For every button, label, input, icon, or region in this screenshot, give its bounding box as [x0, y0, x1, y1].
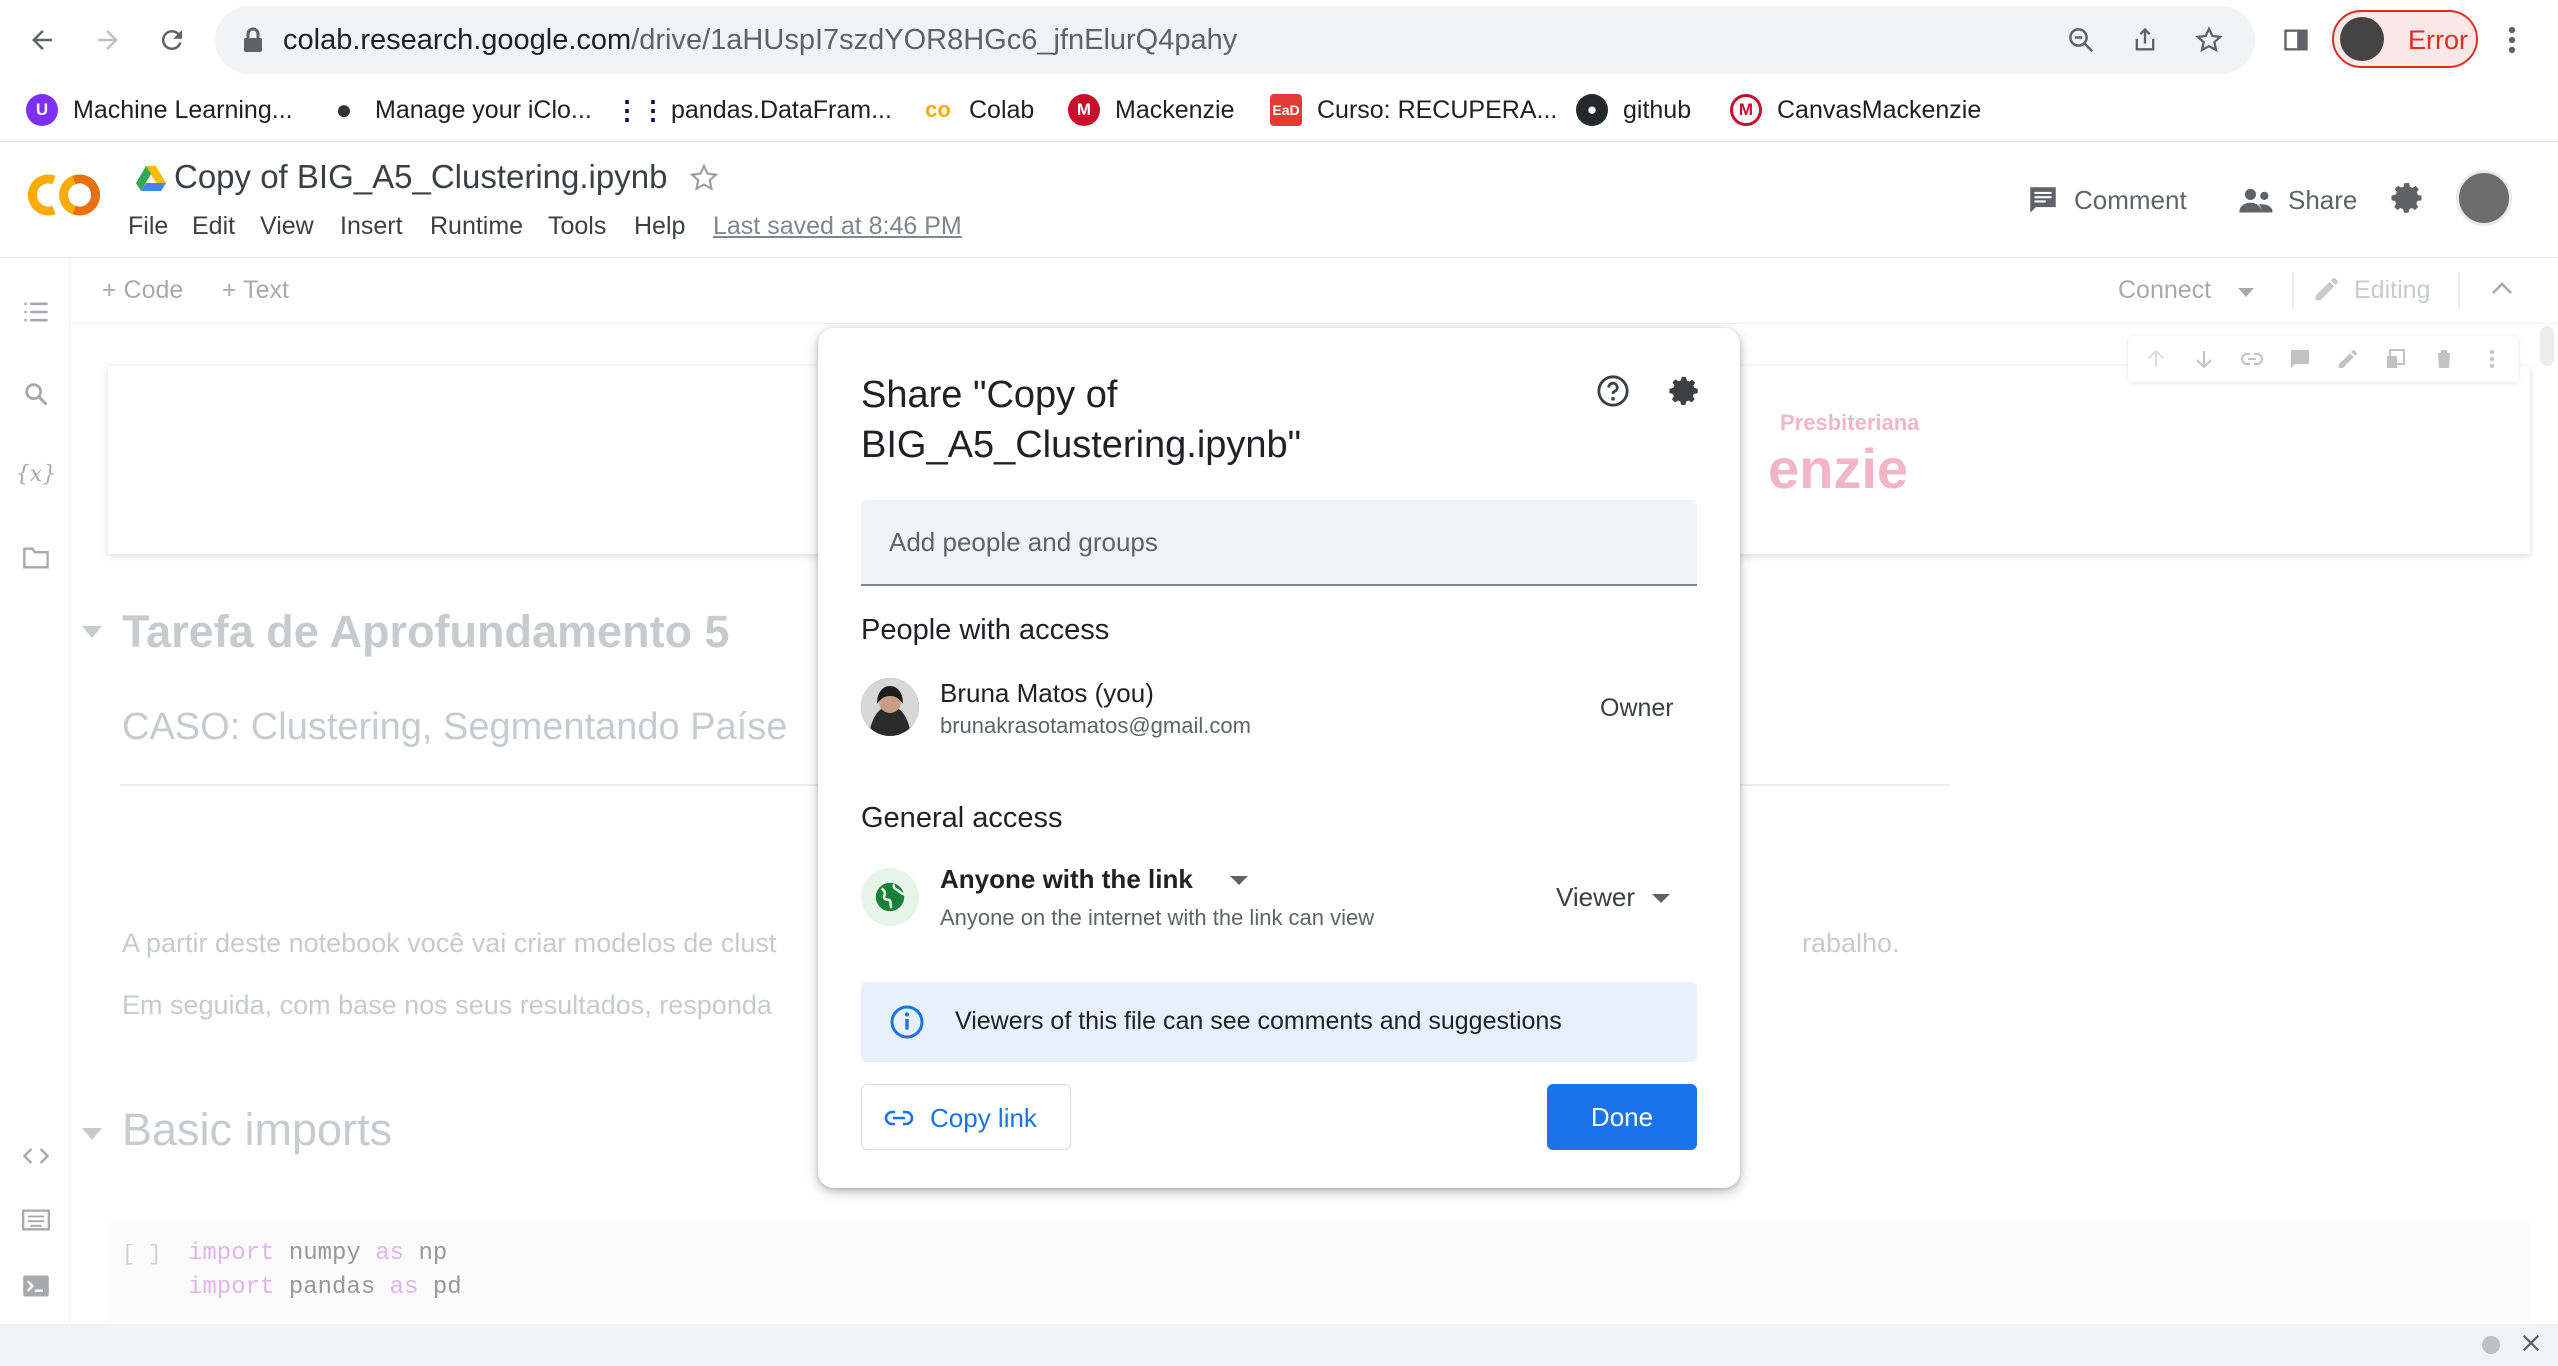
forward-icon[interactable]	[86, 18, 130, 62]
mackenzie-icon: M	[1068, 94, 1100, 126]
owner-avatar	[861, 678, 919, 736]
colab-icon: co	[925, 97, 951, 122]
user-avatar[interactable]	[2456, 170, 2512, 226]
settings-gear-icon[interactable]	[2390, 180, 2426, 216]
dialog-settings-icon[interactable]	[1668, 374, 1702, 408]
status-bar	[0, 1324, 2558, 1366]
role-select[interactable]: Viewer	[1556, 882, 1635, 913]
menu-view[interactable]: View	[260, 212, 314, 241]
bookmark-label: Curso: RECUPERA...	[1317, 95, 1558, 124]
bookmark-label: Mackenzie	[1115, 95, 1235, 124]
owner-name: Bruna Matos (you)	[940, 678, 1154, 708]
general-access-heading: General access	[861, 802, 1063, 834]
notebook-title[interactable]: Copy of BIG_A5_Clustering.ipynb	[174, 158, 667, 196]
star-icon[interactable]	[688, 162, 720, 194]
role-dropdown-icon[interactable]	[1652, 894, 1670, 903]
menu-help[interactable]: Help	[634, 212, 685, 241]
kebab-menu-icon[interactable]	[2490, 18, 2534, 62]
done-label: Done	[1590, 1102, 1654, 1132]
address-bar[interactable]: colab.research.google.com/drive/1aHUspI7…	[215, 6, 2255, 74]
apple-icon: ●	[335, 94, 353, 125]
bookmark-item[interactable]: M Mackenzie	[1068, 88, 1235, 132]
menu-runtime[interactable]: Runtime	[430, 212, 523, 241]
close-icon[interactable]	[2520, 1332, 2542, 1354]
bookmark-label: Machine Learning...	[73, 95, 293, 124]
copy-link-button[interactable]: Copy link	[861, 1084, 1071, 1150]
lock-icon[interactable]	[235, 22, 271, 58]
add-people-field[interactable]	[861, 500, 1697, 586]
colab-header: Copy of BIG_A5_Clustering.ipynb File Edi…	[0, 142, 2558, 258]
back-icon[interactable]	[20, 18, 64, 62]
bookmark-item[interactable]: M CanvasMackenzie	[1730, 88, 1981, 132]
dialog-title: Share "Copy of BIG_A5_Clustering.ipynb"	[861, 374, 1302, 466]
colab-logo-icon[interactable]	[24, 170, 104, 220]
owner-email: brunakrasotamatos@gmail.com	[940, 713, 1251, 738]
info-icon	[889, 1004, 925, 1040]
browser-toolbar: colab.research.google.com/drive/1aHUspI7…	[0, 0, 2558, 80]
bookmark-item[interactable]: ● Manage your iClo...	[328, 88, 592, 132]
url-text[interactable]: colab.research.google.com/drive/1aHUspI7…	[283, 24, 1237, 57]
owner-role: Owner	[1600, 694, 1674, 722]
last-saved-link[interactable]: Last saved at 8:46 PM	[713, 212, 962, 241]
status-dot-icon	[2482, 1336, 2500, 1354]
menu-insert[interactable]: Insert	[340, 212, 403, 241]
pandas-icon: ⋮⋮	[614, 94, 666, 125]
bookmark-item[interactable]: EaD Curso: RECUPERA...	[1270, 88, 1557, 132]
share-page-icon[interactable]	[2127, 22, 2163, 58]
zoom-icon[interactable]	[2063, 22, 2099, 58]
comment-icon	[2030, 187, 2056, 213]
purple-u-icon: U	[26, 94, 58, 126]
people-with-access-heading: People with access	[861, 614, 1110, 646]
bookmark-label: CanvasMackenzie	[1777, 95, 1982, 124]
bookmark-label: Manage your iClo...	[375, 95, 592, 124]
profile-error-chip[interactable]: Error	[2332, 10, 2478, 68]
comment-label: Comment	[2074, 184, 2187, 215]
bookmark-label: github	[1623, 95, 1692, 124]
canvas-icon: M	[1730, 94, 1762, 126]
access-description: Anyone on the internet with the link can…	[940, 905, 1375, 930]
copy-link-label: Copy link	[930, 1103, 1037, 1133]
url-host: colab.research.google.com	[283, 24, 632, 56]
menu-edit[interactable]: Edit	[192, 212, 235, 241]
link-icon	[884, 1107, 914, 1129]
bookmark-item[interactable]: U Machine Learning...	[26, 88, 293, 132]
bookmark-item[interactable]: ● github	[1576, 88, 1691, 132]
profile-avatar	[2340, 17, 2384, 61]
github-icon: ●	[1576, 94, 1608, 126]
help-icon[interactable]	[1596, 374, 1630, 408]
access-type-dropdown-icon[interactable]	[1230, 876, 1248, 885]
share-button[interactable]: Share	[2238, 180, 2357, 220]
info-text: Viewers of this file can see comments an…	[955, 1007, 1562, 1035]
share-dialog: Share "Copy of BIG_A5_Clustering.ipynb" …	[818, 328, 1740, 1188]
bookmark-item[interactable]: co Colab	[922, 88, 1034, 132]
ead-icon: EaD	[1270, 94, 1302, 126]
side-panel-icon[interactable]	[2274, 18, 2318, 62]
globe-icon	[861, 868, 919, 926]
url-path: /drive/1aHUspI7szdYOR8HGc6_jfnElurQ4pahy	[631, 24, 1238, 56]
bookmark-label: Colab	[969, 95, 1035, 124]
people-icon	[2239, 188, 2273, 213]
reload-icon[interactable]	[150, 18, 194, 62]
share-label: Share	[2288, 184, 2358, 215]
drive-icon[interactable]	[136, 164, 166, 192]
comment-button[interactable]: Comment	[2026, 180, 2187, 220]
info-banner: Viewers of this file can see comments an…	[861, 982, 1697, 1062]
access-type-select[interactable]: Anyone with the link	[940, 864, 1193, 895]
menu-file[interactable]: File	[128, 212, 168, 241]
bookmark-label: pandas.DataFram...	[671, 95, 892, 124]
add-people-input[interactable]	[889, 522, 1669, 562]
done-button[interactable]: Done	[1547, 1084, 1697, 1150]
profile-status: Error	[2408, 25, 2468, 55]
menu-tools[interactable]: Tools	[548, 212, 606, 241]
bookmarks-bar: U Machine Learning... ● Manage your iClo..…	[0, 80, 2558, 142]
bookmark-item[interactable]: ⋮⋮ pandas.DataFram...	[614, 88, 892, 132]
bookmark-star-icon[interactable]	[2191, 22, 2227, 58]
